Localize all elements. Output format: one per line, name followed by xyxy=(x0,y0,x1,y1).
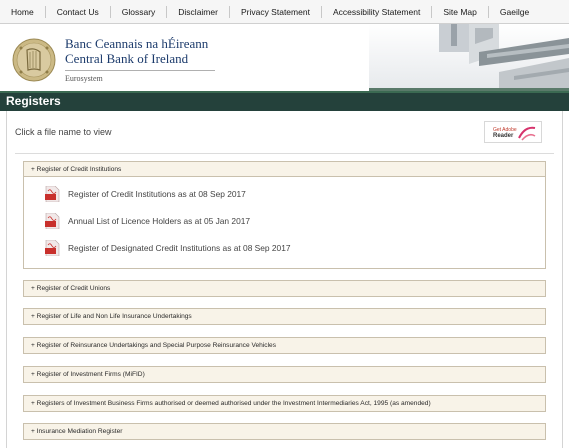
nav-contact-us-link[interactable]: Contact Us xyxy=(46,5,111,18)
pdf-file-icon xyxy=(45,213,60,229)
file-row: Register of Designated Credit Institutio… xyxy=(45,240,291,256)
bank-name-block: Banc Ceannais na hÉireann Central Bank o… xyxy=(65,36,215,83)
register-life-non-life-insurance-panel: + Register of Life and Non Life Insuranc… xyxy=(23,308,546,325)
file-link-designated-credit-institutions[interactable]: Register of Designated Credit Institutio… xyxy=(68,243,291,253)
harp-seal-logo[interactable] xyxy=(12,38,56,82)
content-divider xyxy=(15,153,554,154)
reader-badge-big-text: Reader xyxy=(493,133,514,139)
nav-home-link[interactable]: Home xyxy=(0,5,46,18)
register-life-non-life-insurance-header[interactable]: + Register of Life and Non Life Insuranc… xyxy=(24,309,545,324)
site-header: Banc Ceannais na hÉireann Central Bank o… xyxy=(0,24,569,91)
nav-glossary-link[interactable]: Glossary xyxy=(111,5,168,18)
register-credit-institutions-header[interactable]: + Register of Credit Institutions xyxy=(24,162,545,177)
eurosystem-label: Eurosystem xyxy=(65,74,103,83)
page-title-bar: Registers xyxy=(0,91,569,111)
register-investment-firms-panel: + Register of Investment Firms (MiFID) xyxy=(23,366,546,383)
adobe-reader-icon xyxy=(518,126,536,141)
nav-site-map-link[interactable]: Site Map xyxy=(432,5,489,18)
file-link-licence-holders[interactable]: Annual List of Licence Holders as at 05 … xyxy=(68,216,250,226)
register-investment-firms-header[interactable]: + Register of Investment Firms (MiFID) xyxy=(24,367,545,382)
nav-privacy-statement-link[interactable]: Privacy Statement xyxy=(230,5,322,18)
main-content: Click a file name to view Get Adobe Read… xyxy=(6,111,563,448)
register-credit-unions-header[interactable]: + Register of Credit Unions xyxy=(24,281,545,296)
pdf-file-icon xyxy=(45,186,60,202)
intro-text: Click a file name to view xyxy=(15,127,112,137)
nav-accessibility-statement-link[interactable]: Accessibility Statement xyxy=(322,5,433,18)
bank-name-irish: Banc Ceannais na hÉireann xyxy=(65,36,209,51)
register-reinsurance-panel: + Register of Reinsurance Undertakings a… xyxy=(23,337,546,354)
file-link-credit-institutions[interactable]: Register of Credit Institutions as at 08… xyxy=(68,189,246,199)
nav-gaeilge-link[interactable]: Gaeilge xyxy=(489,6,540,18)
register-credit-institutions-panel: + Register of Credit Institutions Regist… xyxy=(23,161,546,269)
register-reinsurance-header[interactable]: + Register of Reinsurance Undertakings a… xyxy=(24,338,545,353)
insurance-mediation-register-header[interactable]: + Insurance Mediation Register xyxy=(24,424,545,439)
page-title: Registers xyxy=(6,94,61,108)
bank-name-english: Central Bank of Ireland xyxy=(65,51,189,66)
file-row: Annual List of Licence Holders as at 05 … xyxy=(45,213,250,229)
nav-disclaimer-link[interactable]: Disclaimer xyxy=(167,5,230,18)
registers-investment-business-firms-header[interactable]: + Registers of Investment Business Firms… xyxy=(24,396,545,411)
building-image xyxy=(369,24,569,91)
header-divider xyxy=(65,70,215,71)
insurance-mediation-register-panel: + Insurance Mediation Register xyxy=(23,423,546,440)
register-credit-unions-panel: + Register of Credit Unions xyxy=(23,280,546,297)
adobe-reader-badge[interactable]: Get Adobe Reader xyxy=(484,121,542,143)
registers-investment-business-firms-panel: + Registers of Investment Business Firms… xyxy=(23,395,546,412)
pdf-file-icon xyxy=(45,240,60,256)
top-navigation: Home Contact Us Glossary Disclaimer Priv… xyxy=(0,0,569,24)
file-row: Register of Credit Institutions as at 08… xyxy=(45,186,246,202)
